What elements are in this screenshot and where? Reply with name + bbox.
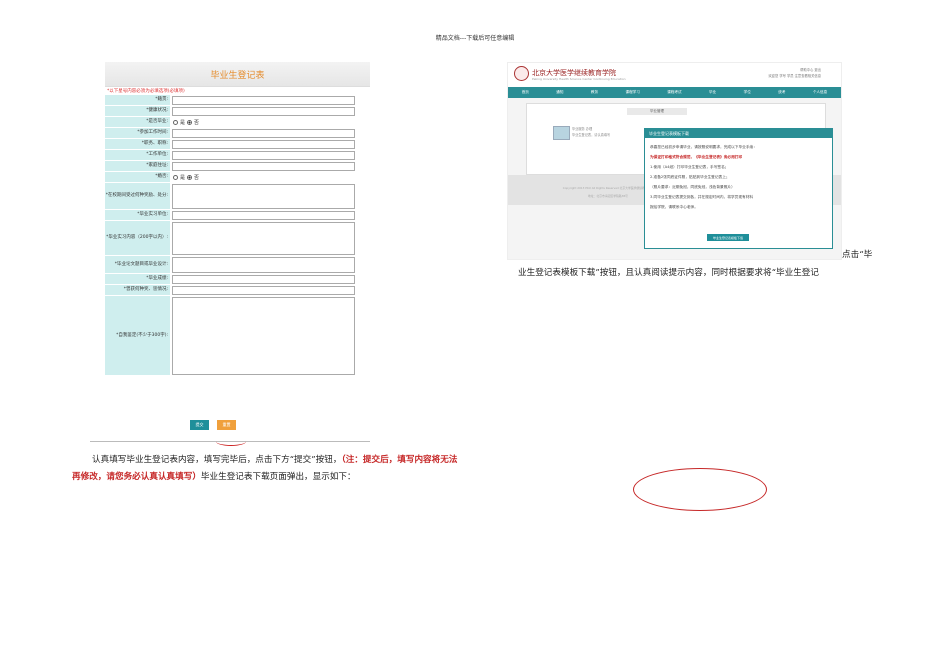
tab-graduation[interactable]: 毕业管理 xyxy=(627,108,687,115)
radio-label: 否 xyxy=(194,175,200,181)
form-input[interactable] xyxy=(172,107,355,116)
form-field-label: *毕业实习内容（200字以内）: xyxy=(105,221,170,255)
card-subtitle: 毕业生登记表，请认真填写 xyxy=(572,133,611,137)
form-textarea[interactable] xyxy=(172,297,355,375)
reset-button[interactable]: 重置 xyxy=(217,420,236,430)
document-icon xyxy=(553,126,570,140)
form-input[interactable] xyxy=(172,211,355,220)
form-field-label: *工作单位: xyxy=(105,150,170,160)
form-input[interactable] xyxy=(172,286,355,295)
card-text: 毕业服务 办理 毕业生登记表，请认真填写 xyxy=(572,126,610,138)
modal-line: 报给学院，请联系中心老师。 xyxy=(650,205,698,209)
radio-button[interactable] xyxy=(187,175,193,180)
nav-item[interactable]: 个人信息 xyxy=(813,90,827,95)
radio-button[interactable] xyxy=(187,120,193,125)
modal-line: （照片要求：近期免冠，同底免冠，浅色背景照片） xyxy=(650,185,735,189)
site-logo-subtitle: Peking University Health Science Center … xyxy=(532,77,626,81)
nav-item[interactable]: 课程学习 xyxy=(625,90,639,95)
nav-item[interactable]: 课程考试 xyxy=(667,90,681,95)
modal-title: 毕业生登记表模板下载 xyxy=(645,129,832,138)
radio-button[interactable] xyxy=(173,175,178,180)
form-field-label: *毕业论文题目或毕业设计: xyxy=(105,256,170,273)
form-field-label: *参加工作时间: xyxy=(105,128,170,138)
form-title-bar: 毕业生登记表 xyxy=(105,62,370,87)
site-header: 北京大学医学继续教育学院 Peking University Health Sc… xyxy=(508,63,841,87)
form-field-label: *曾获何种奖、惩情况: xyxy=(105,285,170,295)
form-input[interactable] xyxy=(172,162,355,171)
form-input[interactable] xyxy=(172,275,355,284)
form-textarea[interactable] xyxy=(172,222,355,255)
nav-item[interactable]: 学位 xyxy=(744,90,751,95)
paragraph-text-end: 毕业生登记表下载页面弹出，显示如下： xyxy=(200,472,356,482)
form-textarea[interactable] xyxy=(172,257,355,273)
modal-line: 1.使用（A4纸）打印毕业生登记表，手写签名； xyxy=(650,165,729,169)
form-input[interactable] xyxy=(172,96,355,105)
form-field-label: *婚否: xyxy=(105,172,170,182)
radio-label: 是 xyxy=(180,175,186,181)
template-download-button[interactable]: 毕业生登记表模板下载 xyxy=(707,234,749,241)
red-arc-mark xyxy=(216,437,246,446)
radio-group: 是否 xyxy=(173,119,199,126)
nav-item[interactable]: 首页 xyxy=(522,90,529,95)
website-screenshot: 北京大学医学继续教育学院 Peking University Health Sc… xyxy=(507,62,842,260)
form-input[interactable] xyxy=(172,129,355,138)
form-field-label: *家庭住址: xyxy=(105,161,170,171)
university-seal-icon xyxy=(514,66,529,81)
modal-body: 恭喜您已经初步申请毕业，请按照说明要求，完成以下毕业手续： 为保证打印格式符合规… xyxy=(650,142,828,212)
form-field-label: *毕业成绩: xyxy=(105,274,170,284)
top-links: 帮助中心 退出 欢迎您 学号 学员 注意查看相关信息 xyxy=(768,67,821,79)
radio-label: 是 xyxy=(180,120,186,126)
nav-item[interactable]: 教务 xyxy=(591,90,598,95)
instruction-paragraph-right: 业生登记表模板下载”按钮，且认真阅读提示内容，同时根据要求将“毕业生登记 xyxy=(518,268,819,278)
radio-label: 否 xyxy=(194,120,200,126)
graduate-form-screenshot: 毕业生登记表 *以下星号内容必须为必填选项(必填项) *籍贯: *健康状况: *是否… xyxy=(105,62,370,432)
download-modal: 毕业生登记表模板下载 恭喜您已经初步申请毕业，请按照说明要求，完成以下毕业手续：… xyxy=(644,128,833,249)
form-input[interactable] xyxy=(172,140,355,149)
top-link-line: 欢迎您 学号 学员 注意查看相关信息 xyxy=(768,74,821,78)
page-header: 精品文档---下载后可任意编辑 xyxy=(435,35,515,42)
form-field-label: *健康状况: xyxy=(105,106,170,116)
nav-item[interactable]: 统考 xyxy=(778,90,785,95)
modal-line: 2.准备2张同底证件照，贴贴到毕业生登记表上； xyxy=(650,175,730,179)
radio-group: 是否 xyxy=(173,174,199,181)
form-field-label: *自我鉴定(不少于300字): xyxy=(105,296,170,375)
instruction-paragraph-left: 认真填写毕业生登记表内容，填写完毕后，点击下方“提交”按钮，（注：提交后，填写内… xyxy=(72,452,460,486)
modal-line-warning: 为保证打印格式符合规范，《毕业生登记表》务必用打印 xyxy=(650,155,743,159)
paragraph-text: 认真填写毕业生登记表内容，填写完毕后，点击下方“提交”按钮， xyxy=(92,455,342,465)
form-field-label: *职务、职称: xyxy=(105,139,170,149)
modal-line: 恭喜您已经初步申请毕业，请按照说明要求，完成以下毕业手续： xyxy=(650,145,757,149)
main-nav: 首页 通知 教务 课程学习 课程考试 毕业 学位 统考 个人信息 xyxy=(508,87,841,98)
form-field-label: *毕业实习单位: xyxy=(105,210,170,220)
form-field-label: *是否毕业: xyxy=(105,117,170,127)
form-field-label: *在校期间受过何种奖励、处分: xyxy=(105,183,170,209)
radio-button[interactable] xyxy=(173,120,178,125)
red-ellipse-mark xyxy=(633,468,767,511)
nav-item[interactable]: 毕业 xyxy=(709,90,716,95)
modal-line: 3.同毕业生登记表提交到各，并在规定时间内，将学员现有材料 xyxy=(650,195,754,199)
submit-button[interactable]: 提交 xyxy=(190,420,209,430)
form-textarea[interactable] xyxy=(172,184,355,209)
form-input[interactable] xyxy=(172,151,355,160)
right-paragraph-start: 点击“毕 xyxy=(842,250,873,260)
form-title: 毕业生登记表 xyxy=(210,71,265,81)
form-required-note: *以下星号内容必须为必填选项(必填项) xyxy=(107,89,185,94)
nav-item[interactable]: 通知 xyxy=(556,90,563,95)
form-field-label: *籍贯: xyxy=(105,95,170,105)
